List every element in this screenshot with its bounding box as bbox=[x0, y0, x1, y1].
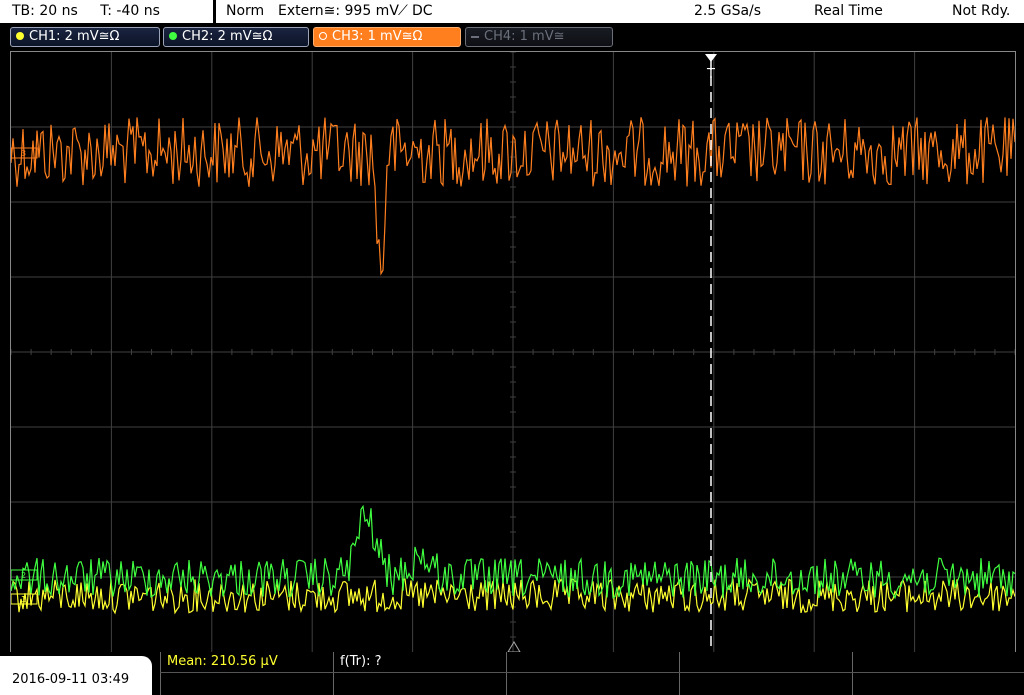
channel-tabs: CH1: 2 mV≅Ω CH2: 2 mV≅Ω CH3: 1 mV≅Ω CH4:… bbox=[0, 25, 1024, 49]
measurement-cell-ftr[interactable]: f(Tr): ? bbox=[333, 652, 503, 695]
trigger-mode: Norm bbox=[226, 3, 265, 19]
acquisition-mode: Real Time bbox=[814, 3, 883, 19]
waveform-display[interactable]: T 3 2 1 bbox=[10, 51, 1016, 653]
bottom-status-bar: 2016-09-11 03:49 Mean: 210.56 μV f(Tr): … bbox=[0, 652, 1024, 695]
date-time-panel: 2016-09-11 03:49 bbox=[0, 656, 152, 695]
measurement-cell-mean[interactable]: Mean: 210.56 μV bbox=[160, 652, 330, 695]
mean-measurement: Mean: 210.56 μV bbox=[167, 654, 278, 669]
ch2-marker-label: 2 bbox=[21, 571, 26, 580]
trigger-label: T bbox=[706, 67, 715, 82]
ch1-label: CH1: 2 mV≅Ω bbox=[29, 29, 120, 44]
trigger-arrow-icon bbox=[705, 54, 717, 62]
center-marker-icon bbox=[507, 641, 521, 653]
measurement-cell-empty-2[interactable] bbox=[679, 652, 849, 695]
channel-tab-ch1[interactable]: CH1: 2 mV≅Ω bbox=[10, 27, 160, 47]
ch2-label: CH2: 2 mV≅Ω bbox=[182, 29, 273, 44]
channel-tab-ch2[interactable]: CH2: 2 mV≅Ω bbox=[163, 27, 309, 47]
trigger-time-value: T: -40 ns bbox=[100, 3, 160, 19]
date-time: 2016-09-11 03:49 bbox=[12, 672, 130, 687]
measurement-cell-empty-1[interactable] bbox=[506, 652, 676, 695]
ch4-indicator-icon bbox=[471, 36, 479, 38]
ch4-label: CH4: 1 mV≅ bbox=[484, 29, 565, 44]
channel-tab-ch3[interactable]: CH3: 1 mV≅Ω bbox=[313, 27, 461, 47]
ftr-measurement: f(Tr): ? bbox=[340, 654, 382, 669]
trigger-panel[interactable]: Norm Extern≅: 995 mV ⟋ DC 2.5 GSa/s Real… bbox=[216, 0, 1024, 23]
ch3-indicator-icon bbox=[319, 32, 327, 40]
ch2-indicator-icon bbox=[169, 32, 177, 40]
timebase-panel[interactable]: TB: 20 ns T: -40 ns bbox=[0, 0, 213, 23]
timebase-value: TB: 20 ns bbox=[12, 3, 78, 19]
run-status: Not Rdy. bbox=[952, 3, 1011, 19]
ch1-marker-label: 1 bbox=[21, 595, 26, 604]
ch3-label: CH3: 1 mV≅Ω bbox=[332, 29, 423, 44]
trigger-coupling: DC bbox=[412, 3, 433, 19]
ch3-marker-label: 3 bbox=[21, 149, 26, 158]
top-status-bar: TB: 20 ns T: -40 ns Norm Extern≅: 995 mV… bbox=[0, 0, 1024, 24]
waveform-canvas: T 3 2 1 bbox=[10, 51, 1016, 653]
channel-tab-ch4[interactable]: CH4: 1 mV≅ bbox=[465, 27, 613, 47]
trigger-edge-icon: ⟋ bbox=[398, 3, 408, 19]
ch1-indicator-icon bbox=[16, 32, 24, 40]
sample-rate: 2.5 GSa/s bbox=[694, 3, 762, 19]
measurement-divider bbox=[160, 672, 1024, 673]
measurement-cell-empty-3[interactable] bbox=[852, 652, 1024, 695]
trigger-source: Extern≅: 995 mV bbox=[278, 3, 399, 19]
